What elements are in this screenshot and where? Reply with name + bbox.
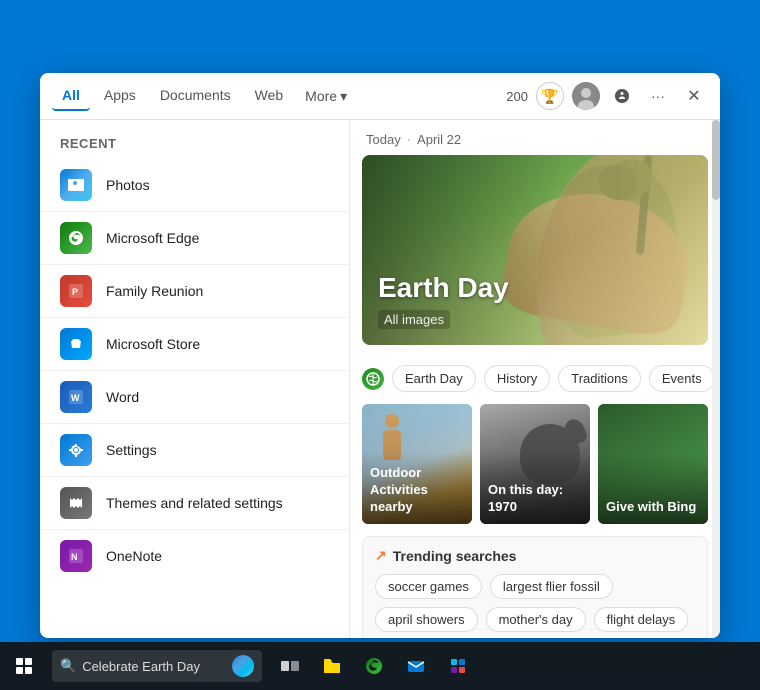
trending-tags: soccer games largest flier fossil april … [375,574,695,638]
points-badge: 200 [506,89,528,104]
onenote-icon: N [60,540,92,572]
sidebar: Recent Photos Microsoft Edge [40,120,350,638]
trending-tag-soccer[interactable]: soccer games [375,574,482,599]
cards-row: OutdoorActivities nearby On this day: 19… [350,400,720,536]
store-label: Microsoft Store [106,336,200,352]
sidebar-item-photos[interactable]: Photos [40,159,349,212]
scrollbar-thumb[interactable] [712,120,720,200]
trending-section: ↗ Trending searches soccer games largest… [362,536,708,638]
tab-apps[interactable]: Apps [94,81,146,111]
sidebar-item-settings[interactable]: Settings [40,424,349,477]
card-onthisday[interactable]: On this day: 1970 [480,404,590,524]
onenote-label: OneNote [106,548,162,564]
hero-subtitle[interactable]: All images [378,310,450,329]
mail-taskbar-icon[interactable] [396,642,436,690]
tab-more[interactable]: More ▾ [297,82,355,111]
family-reunion-label: Family Reunion [106,283,203,299]
sidebar-item-family-reunion[interactable]: P Family Reunion [40,265,349,318]
tab-documents[interactable]: Documents [150,81,241,111]
settings-label: Settings [106,442,157,458]
trending-icon: ↗ [375,547,387,564]
photos-icon [60,169,92,201]
scrollbar-track [712,120,720,638]
date-separator: · [407,132,411,147]
word-icon: W [60,381,92,413]
chevron-down-icon: ▾ [340,88,347,105]
sidebar-item-ms-store[interactable]: Microsoft Store [40,318,349,371]
trending-label: Trending searches [393,548,517,564]
themes-label: Themes and related settings [106,495,283,511]
tags-row: Earth Day History Traditions Events [350,357,720,400]
tab-web[interactable]: Web [245,81,294,111]
sidebar-item-themes[interactable]: Themes and related settings [40,477,349,530]
sidebar-section-title: Recent [40,136,349,159]
search-window: All Apps Documents Web More ▾ 200 🏆 [40,73,720,638]
feedback-icon[interactable] [608,82,636,110]
right-panel: Today · April 22 Earth Day All images [350,120,720,638]
svg-text:N: N [71,552,78,562]
search-main: Recent Photos Microsoft Edge [40,120,720,638]
tag-history[interactable]: History [484,365,550,392]
tag-events[interactable]: Events [649,365,715,392]
sidebar-item-edge[interactable]: Microsoft Edge [40,212,349,265]
close-button[interactable]: ✕ [680,82,708,110]
start-button[interactable] [0,642,48,690]
trending-tag-mothers[interactable]: mother's day [486,607,586,632]
search-text: Celebrate Earth Day [82,659,226,674]
date-header: Today · April 22 [350,120,720,155]
store-icon [60,328,92,360]
trophy-glyph: 🏆 [541,88,558,105]
more-label: More [305,88,337,104]
search-icon: 🔍 [60,658,76,674]
today-label: Today [366,132,401,147]
taskbar-app-icons [270,642,478,690]
hero-card[interactable]: Earth Day All images [362,155,708,345]
hero-title: Earth Day [378,273,509,304]
photos-label: Photos [106,177,150,193]
hero-content: Earth Day All images [378,273,509,329]
svg-text:W: W [71,393,80,403]
search-header: All Apps Documents Web More ▾ 200 🏆 [40,73,720,120]
store-taskbar-icon[interactable] [438,642,478,690]
avatar[interactable] [572,82,600,110]
bing-search-logo [232,655,254,677]
sidebar-item-onenote[interactable]: N OneNote [40,530,349,582]
word-label: Word [106,389,139,405]
card-outdoor-label: OutdoorActivities nearby [370,465,472,516]
points-value: 200 [506,89,528,104]
trending-header: ↗ Trending searches [375,547,695,564]
taskbar-search[interactable]: 🔍 Celebrate Earth Day [52,650,262,682]
sidebar-item-word[interactable]: W Word [40,371,349,424]
edge-icon [60,222,92,254]
trending-tag-delays[interactable]: flight delays [594,607,689,632]
card-onthisday-label: On this day: 1970 [488,482,590,516]
tag-traditions[interactable]: Traditions [558,365,641,392]
header-right: 200 🏆 ··· ✕ [506,82,708,110]
edge-label: Microsoft Edge [106,230,199,246]
powerpoint-icon: P [60,275,92,307]
svg-text:P: P [72,287,78,297]
card-givewing[interactable]: Give with Bing [598,404,708,524]
card-givewing-label: Give with Bing [606,499,696,516]
date-text: April 22 [417,132,461,147]
trending-tag-fossil[interactable]: largest flier fossil [490,574,613,599]
edge-taskbar-icon[interactable] [354,642,394,690]
tab-all[interactable]: All [52,81,90,111]
earth-icon [362,368,384,390]
card-outdoor[interactable]: OutdoorActivities nearby [362,404,472,524]
more-options-icon[interactable]: ··· [644,82,672,110]
tag-earth-day[interactable]: Earth Day [392,365,476,392]
themes-icon [60,487,92,519]
file-explorer-icon[interactable] [312,642,352,690]
trending-tag-showers[interactable]: april showers [375,607,478,632]
taskview-icon[interactable] [270,642,310,690]
taskbar: 🔍 Celebrate Earth Day [0,642,760,690]
trophy-icon[interactable]: 🏆 [536,82,564,110]
settings-icon [60,434,92,466]
